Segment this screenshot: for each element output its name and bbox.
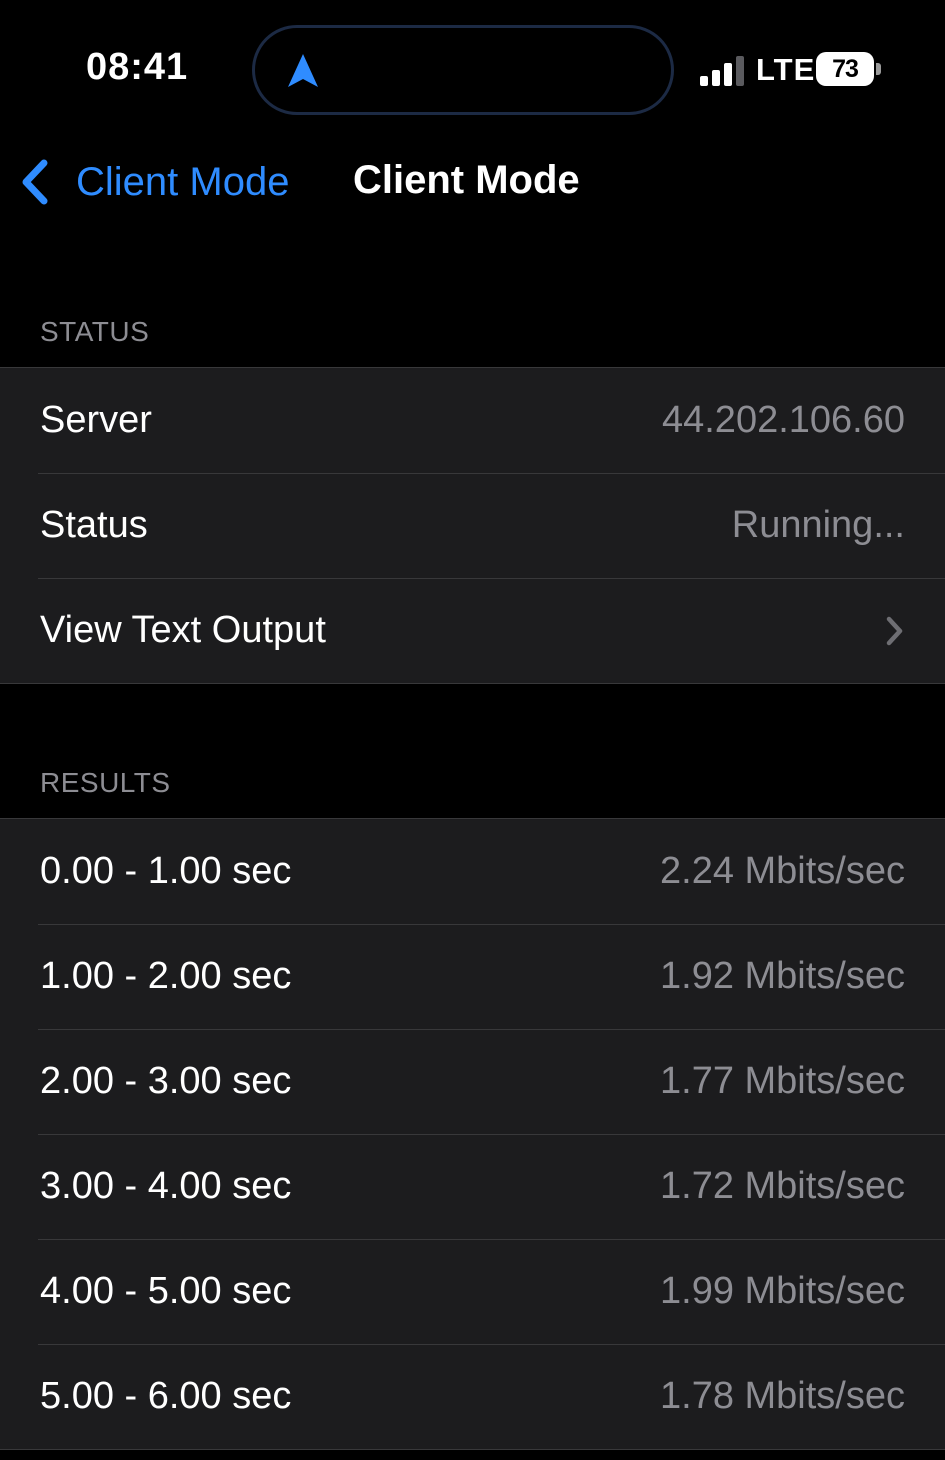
result-interval: 5.00 - 6.00 sec — [40, 1375, 292, 1417]
result-bitrate: 1.99 Mbits/sec — [660, 1270, 905, 1312]
result-interval: 0.00 - 1.00 sec — [40, 850, 292, 892]
result-bitrate: 1.72 Mbits/sec — [660, 1165, 905, 1207]
result-row: 0.00 - 1.00 sec 2.24 Mbits/sec — [0, 819, 945, 924]
server-value: 44.202.106.60 — [661, 399, 905, 441]
results-group: 0.00 - 1.00 sec 2.24 Mbits/sec 1.00 - 2.… — [0, 818, 945, 1450]
page-title: Client Mode — [353, 158, 580, 202]
result-row: 1.00 - 2.00 sec 1.92 Mbits/sec — [0, 924, 945, 1029]
view-text-output-row[interactable]: View Text Output — [0, 578, 945, 683]
result-interval: 3.00 - 4.00 sec — [40, 1165, 292, 1207]
result-bitrate: 2.24 Mbits/sec — [660, 850, 905, 892]
cellular-signal-icon — [700, 56, 744, 86]
status-time: 08:41 — [86, 46, 189, 88]
view-text-output-label: View Text Output — [40, 609, 326, 651]
server-row: Server 44.202.106.60 — [0, 368, 945, 473]
back-button-label: Client Mode — [76, 159, 290, 204]
network-type: LTE — [756, 52, 816, 87]
status-group: Server 44.202.106.60 Status Running... V… — [0, 367, 945, 684]
chevron-right-icon — [886, 616, 903, 645]
dynamic-island[interactable] — [252, 25, 674, 115]
battery-icon: 73 — [816, 52, 882, 88]
result-row: 5.00 - 6.00 sec 1.78 Mbits/sec — [0, 1344, 945, 1449]
result-interval: 2.00 - 3.00 sec — [40, 1060, 292, 1102]
server-label: Server — [40, 399, 152, 441]
status-label: Status — [40, 504, 148, 546]
result-interval: 4.00 - 5.00 sec — [40, 1270, 292, 1312]
back-button[interactable]: Client Mode — [18, 150, 289, 214]
results-section-header: RESULTS — [40, 767, 171, 798]
location-arrow-icon — [288, 54, 318, 87]
status-bar: 08:41 LTE 73 — [0, 0, 945, 130]
result-row: 3.00 - 4.00 sec 1.72 Mbits/sec — [0, 1134, 945, 1239]
status-row: Status Running... — [0, 473, 945, 578]
result-bitrate: 1.77 Mbits/sec — [660, 1060, 905, 1102]
status-value: Running... — [731, 504, 905, 546]
result-row: 2.00 - 3.00 sec 1.77 Mbits/sec — [0, 1029, 945, 1134]
battery-cap — [876, 63, 881, 75]
result-bitrate: 1.78 Mbits/sec — [660, 1375, 905, 1417]
status-section-header: STATUS — [40, 316, 150, 347]
result-interval: 1.00 - 2.00 sec — [40, 955, 292, 997]
result-row: 4.00 - 5.00 sec 1.99 Mbits/sec — [0, 1239, 945, 1344]
battery-percentage: 73 — [832, 55, 859, 83]
chevron-left-icon — [22, 159, 48, 205]
result-bitrate: 1.92 Mbits/sec — [660, 955, 905, 997]
